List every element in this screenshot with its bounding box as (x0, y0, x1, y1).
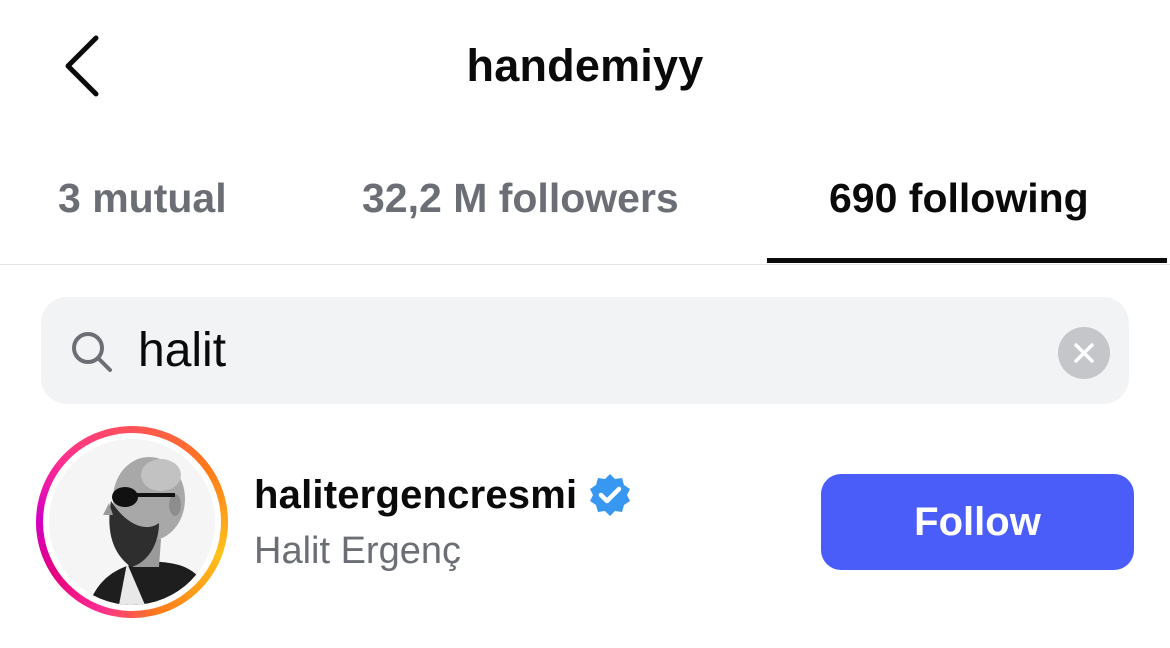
follow-button[interactable]: Follow (821, 474, 1134, 570)
search-bar[interactable] (41, 297, 1129, 404)
search-input[interactable] (138, 317, 1038, 383)
avatar-photo-icon (49, 439, 215, 605)
story-ring[interactable] (36, 426, 228, 618)
avatar (49, 439, 215, 605)
avatar-border (43, 433, 221, 611)
full-name: Halit Ergenç (254, 530, 461, 572)
tab-followers[interactable]: 32,2 M followers (362, 175, 679, 222)
clear-icon (1074, 343, 1094, 363)
list-item[interactable]: halitergencresmi Halit Ergenç Follow (0, 420, 1170, 630)
active-tab-indicator (767, 258, 1167, 263)
username-link[interactable]: halitergencresmi (254, 472, 633, 518)
verified-badge-icon (590, 474, 631, 516)
page-title: handemiyy (466, 40, 704, 91)
username: halitergencresmi (254, 472, 578, 517)
top-bar: handemiyy (0, 0, 1170, 135)
tab-following[interactable]: 690 following (829, 175, 1089, 222)
tab-bar: 3 mutual 32,2 M followers 690 following (0, 135, 1170, 265)
clear-search-button[interactable] (1058, 327, 1110, 379)
tab-mutual[interactable]: 3 mutual (58, 175, 227, 222)
search-icon (72, 332, 112, 372)
